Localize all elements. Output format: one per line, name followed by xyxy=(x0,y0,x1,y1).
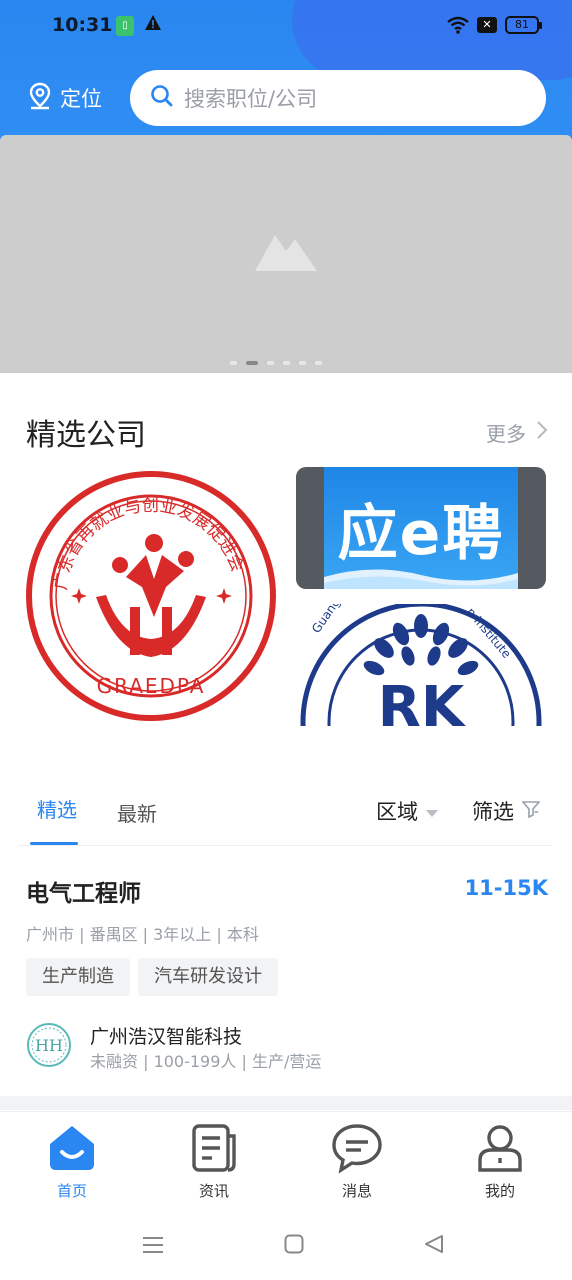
bottom-navigation: 首页 资讯 消息 我的 xyxy=(0,1111,572,1209)
funnel-icon xyxy=(521,799,541,823)
app-screen: 10:31 ▯ ✕ 81 定位 搜索职位/公司 精选公司 更多 广东省再就业与创… xyxy=(0,0,572,1280)
seal-abbreviation: GRAEDPA xyxy=(97,674,206,698)
job-tags: 生产制造 汽车研发设计 xyxy=(26,958,278,996)
status-time: 10:31 xyxy=(52,14,113,36)
nav-profile[interactable]: 我的 xyxy=(450,1122,550,1201)
tab-featured[interactable]: 精选 xyxy=(37,794,77,823)
area-label: 区域 xyxy=(376,800,418,824)
caret-down-icon xyxy=(426,799,438,823)
more-label: 更多 xyxy=(486,422,526,446)
message-icon xyxy=(331,1122,383,1174)
carousel-dot[interactable] xyxy=(267,361,274,365)
carousel-dot[interactable] xyxy=(315,361,322,365)
rk-logo-text: RK xyxy=(378,675,467,726)
company-logo-rk-institute[interactable]: Guangzh n Institute RK xyxy=(296,604,546,726)
tab-latest[interactable]: 最新 xyxy=(117,798,157,827)
menu-icon[interactable] xyxy=(142,1234,164,1260)
home-icon xyxy=(46,1122,98,1174)
ying-e-pin-text: 应e聘 xyxy=(337,499,505,569)
company-info[interactable]: HH 广州浩汉智能科技 未融资 | 100-199人 | 生产/营运 xyxy=(26,1020,548,1072)
status-bar: 10:31 ▯ ✕ 81 xyxy=(0,0,572,52)
area-dropdown[interactable]: 区域 xyxy=(376,796,438,826)
nav-label: 资讯 xyxy=(198,1182,229,1200)
nav-home[interactable]: 首页 xyxy=(22,1122,122,1201)
job-tabs: 精选 最新 区域 筛选 xyxy=(0,780,572,846)
home-square-icon[interactable] xyxy=(284,1234,304,1258)
filter-label: 筛选 xyxy=(472,800,514,824)
carousel-dot[interactable] xyxy=(283,361,290,365)
section-separator xyxy=(0,1096,572,1110)
company-logo-ying-e-pin[interactable]: 应e聘 xyxy=(296,467,546,589)
nav-news[interactable]: 资讯 xyxy=(164,1122,264,1201)
job-meta: 广州市 | 番禺区 | 3年以上 | 本科 xyxy=(26,925,259,944)
more-button[interactable]: 更多 xyxy=(486,418,548,447)
header: 10:31 ▯ ✕ 81 定位 搜索职位/公司 xyxy=(0,0,572,140)
nav-label: 首页 xyxy=(56,1182,87,1200)
job-tag: 汽车研发设计 xyxy=(138,958,278,996)
job-title: 电气工程师 xyxy=(26,881,141,907)
wave-decoration xyxy=(324,569,518,589)
company-logo-text: HH xyxy=(35,1036,63,1055)
x-box-icon: ✕ xyxy=(477,17,497,33)
section-title: 精选公司 xyxy=(26,418,146,453)
location-label: 定位 xyxy=(60,87,102,111)
search-icon xyxy=(150,84,174,112)
nav-label: 我的 xyxy=(484,1182,515,1200)
back-triangle-icon[interactable] xyxy=(424,1234,444,1258)
company-logo-graedpa[interactable]: 广东省再就业与创业发展促进会 GRAEDPA xyxy=(26,467,276,725)
company-name: 广州浩汉智能科技 xyxy=(90,1026,243,1048)
sim-icon: ▯ xyxy=(116,16,134,36)
battery-icon: 81 xyxy=(505,16,542,34)
search-input[interactable]: 搜索职位/公司 xyxy=(130,70,546,126)
carousel-indicator xyxy=(230,361,322,365)
nav-messages[interactable]: 消息 xyxy=(307,1122,407,1201)
job-card[interactable]: 电气工程师 11-15K 广州市 | 番禺区 | 3年以上 | 本科 生产制造 … xyxy=(26,870,548,1080)
image-placeholder-icon xyxy=(253,225,319,277)
carousel-dot-active[interactable] xyxy=(246,361,258,365)
ying-e-pin-badge: 应e聘 xyxy=(324,467,518,589)
carousel-dot[interactable] xyxy=(230,361,237,365)
nav-label: 消息 xyxy=(341,1182,372,1200)
divider xyxy=(18,845,552,846)
news-icon xyxy=(188,1122,240,1174)
location-button[interactable]: 定位 xyxy=(28,82,102,114)
location-pin-icon xyxy=(28,82,52,114)
wifi-icon xyxy=(446,16,470,38)
system-navigation-bar xyxy=(0,1212,572,1280)
search-placeholder: 搜索职位/公司 xyxy=(184,87,318,111)
job-tag: 生产制造 xyxy=(26,958,130,996)
carousel-dot[interactable] xyxy=(299,361,306,365)
company-meta: 未融资 | 100-199人 | 生产/营运 xyxy=(90,1052,322,1071)
filter-button[interactable]: 筛选 xyxy=(472,796,541,826)
company-logo-hh: HH xyxy=(26,1022,72,1068)
warning-icon xyxy=(144,14,162,36)
chevron-right-icon xyxy=(536,420,548,445)
featured-companies-header: 精选公司 更多 xyxy=(26,410,548,453)
job-salary: 11-15K xyxy=(464,876,548,900)
profile-icon xyxy=(474,1122,526,1174)
